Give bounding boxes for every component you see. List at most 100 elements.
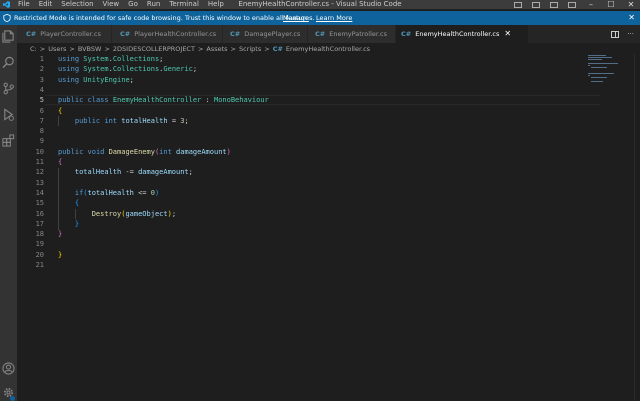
toggle-primary-sidebar-icon[interactable] [514, 1, 522, 8]
breadcrumb-item[interactable]: 2DSIDESCOLLERPROJECT [113, 44, 195, 54]
code-text: public int totalHealth = 3; [74, 116, 189, 125]
banner-message: Restricted Mode is intended for safe cod… [14, 14, 315, 22]
restricted-mode-banner: Restricted Mode is intended for safe cod… [0, 11, 640, 25]
code-text: public class EnemyHealthController : Mon… [58, 96, 269, 105]
code-line[interactable]: 8 [17, 126, 597, 136]
tab-label: PlayerController.cs [40, 30, 101, 38]
code-line[interactable]: 17 } [17, 219, 597, 229]
tab-enemy-patroller[interactable]: C# EnemyPatroller.cs [308, 25, 395, 43]
manage-link[interactable]: Manage [283, 11, 309, 25]
code-line[interactable]: 5 public class EnemyHealthController : Mo… [17, 95, 597, 105]
minimap[interactable] [588, 54, 628, 84]
settings-badge [10, 396, 15, 401]
run-debug-icon[interactable] [2, 108, 15, 121]
banner-close-button[interactable]: ✕ [628, 11, 635, 25]
source-control-icon[interactable] [2, 82, 15, 95]
csharp-file-icon: C# [315, 30, 326, 38]
code-text: using System.Collections; [58, 55, 164, 63]
code-line[interactable]: 7 public int totalHealth = 3; [17, 116, 597, 126]
minimize-button[interactable]: – [586, 0, 596, 9]
code-editor[interactable]: 1 using System.Collections; 2 using System.… [17, 54, 640, 401]
breadcrumb-item[interactable]: C: [30, 44, 37, 54]
line-number: 6 [39, 106, 44, 115]
close-tab-icon[interactable]: ✕ [504, 25, 511, 43]
code-line[interactable]: 19 [17, 239, 597, 249]
csharp-file-icon: C# [230, 30, 241, 38]
breadcrumb-file[interactable]: EnemyHealthController.cs [286, 44, 370, 54]
breadcrumb-separator-icon: > [39, 45, 46, 53]
code-line[interactable]: 9 [17, 136, 597, 146]
maximize-button[interactable]: ☐ [606, 0, 616, 9]
code-line[interactable]: 10 public void DamageEnemy(int damageAmou… [17, 147, 597, 157]
code-line[interactable]: 20} [17, 250, 597, 260]
code-text: using UnityEngine; [58, 75, 134, 84]
breadcrumb-separator-icon: > [104, 45, 110, 53]
toggle-secondary-sidebar-icon[interactable] [550, 1, 558, 8]
code-line[interactable]: 11 { [17, 157, 597, 167]
line-number: 20 [35, 250, 44, 259]
code-text: } [58, 230, 63, 239]
toggle-panel-icon[interactable] [532, 1, 540, 8]
line-number: 14 [35, 188, 44, 197]
code-text: { [74, 199, 80, 208]
customize-layout-icon[interactable] [568, 1, 576, 8]
explorer-icon[interactable] [2, 30, 15, 43]
extensions-icon[interactable] [2, 134, 15, 147]
code-text: totalHealth -= damageAmount; [74, 168, 193, 177]
breadcrumb-separator-icon: > [197, 45, 204, 53]
line-number: 1 [39, 55, 44, 63]
tab-player-health-controller[interactable]: C# PlayerHealthController.cs [112, 25, 222, 43]
line-number: 7 [39, 116, 44, 125]
csharp-file-icon: C# [26, 30, 37, 38]
code-line[interactable]: 13 [17, 178, 597, 188]
line-number: 21 [35, 261, 44, 269]
line-number: 19 [35, 240, 44, 249]
line-number: 13 [35, 178, 44, 187]
line-number: 15 [35, 199, 44, 208]
tab-player-controller[interactable]: C# PlayerController.cs [17, 25, 111, 43]
line-number: 5 [39, 96, 44, 105]
close-window-button[interactable]: ✕ [626, 0, 636, 9]
breadcrumb-item[interactable]: Scripts [239, 44, 261, 54]
code-text: } [58, 250, 63, 259]
code-line[interactable]: 15 { [17, 198, 597, 208]
line-number: 17 [35, 219, 44, 228]
line-number: 3 [39, 75, 44, 84]
split-editor-icon[interactable] [611, 30, 620, 38]
line-number: 11 [35, 158, 44, 166]
line-number: 4 [39, 85, 44, 94]
search-icon[interactable] [2, 56, 15, 69]
tab-damage-player[interactable]: C# DamagePlayer.cs [223, 25, 307, 43]
breadcrumb-item[interactable]: Assets [206, 44, 227, 54]
more-actions-icon[interactable]: ··· [627, 30, 634, 38]
window-controls: – ☐ ✕ [514, 0, 636, 9]
code-line[interactable]: 12 totalHealth -= damageAmount; [17, 167, 597, 177]
tab-enemy-health-controller[interactable]: C# EnemyHealthController.cs ✕ [396, 25, 528, 43]
code-text: { [58, 158, 63, 166]
code-line[interactable]: 14 if(totalHealth <= 0) [17, 188, 597, 198]
account-icon[interactable] [2, 362, 15, 375]
code-line[interactable]: 3 using UnityEngine; [17, 75, 597, 85]
learn-more-link[interactable]: Learn More [316, 11, 352, 25]
tab-actions: ··· [611, 25, 634, 43]
line-number: 18 [35, 230, 44, 239]
code-line[interactable]: 21 [17, 260, 597, 270]
csharp-file-icon: C# [401, 30, 412, 38]
breadcrumb-item[interactable]: BVBSW [78, 44, 102, 54]
line-number: 16 [35, 209, 44, 218]
code-line[interactable]: 6{ [17, 106, 597, 116]
line-number: 12 [35, 168, 44, 177]
code-line[interactable]: 18} [17, 229, 597, 239]
code-line[interactable]: 2 using System.Collections.Generic; [17, 64, 597, 74]
breadcrumb-separator-icon: > [69, 45, 75, 53]
breadcrumb-item[interactable]: Users [48, 44, 66, 54]
code-line[interactable]: 4 [17, 85, 597, 95]
line-number: 9 [39, 137, 44, 146]
breadcrumb: C: > Users > BVBSW > 2DSIDESCOLLERPROJEC… [30, 44, 370, 54]
code-line[interactable]: 16 Destroy(gameObject); [17, 209, 597, 219]
tab-label: DamagePlayer.cs [244, 30, 301, 38]
code-line[interactable]: 1 using System.Collections; [17, 54, 597, 64]
line-number: 8 [39, 127, 44, 136]
code-text: { [58, 106, 63, 115]
editor-scrollbar[interactable] [634, 54, 640, 401]
